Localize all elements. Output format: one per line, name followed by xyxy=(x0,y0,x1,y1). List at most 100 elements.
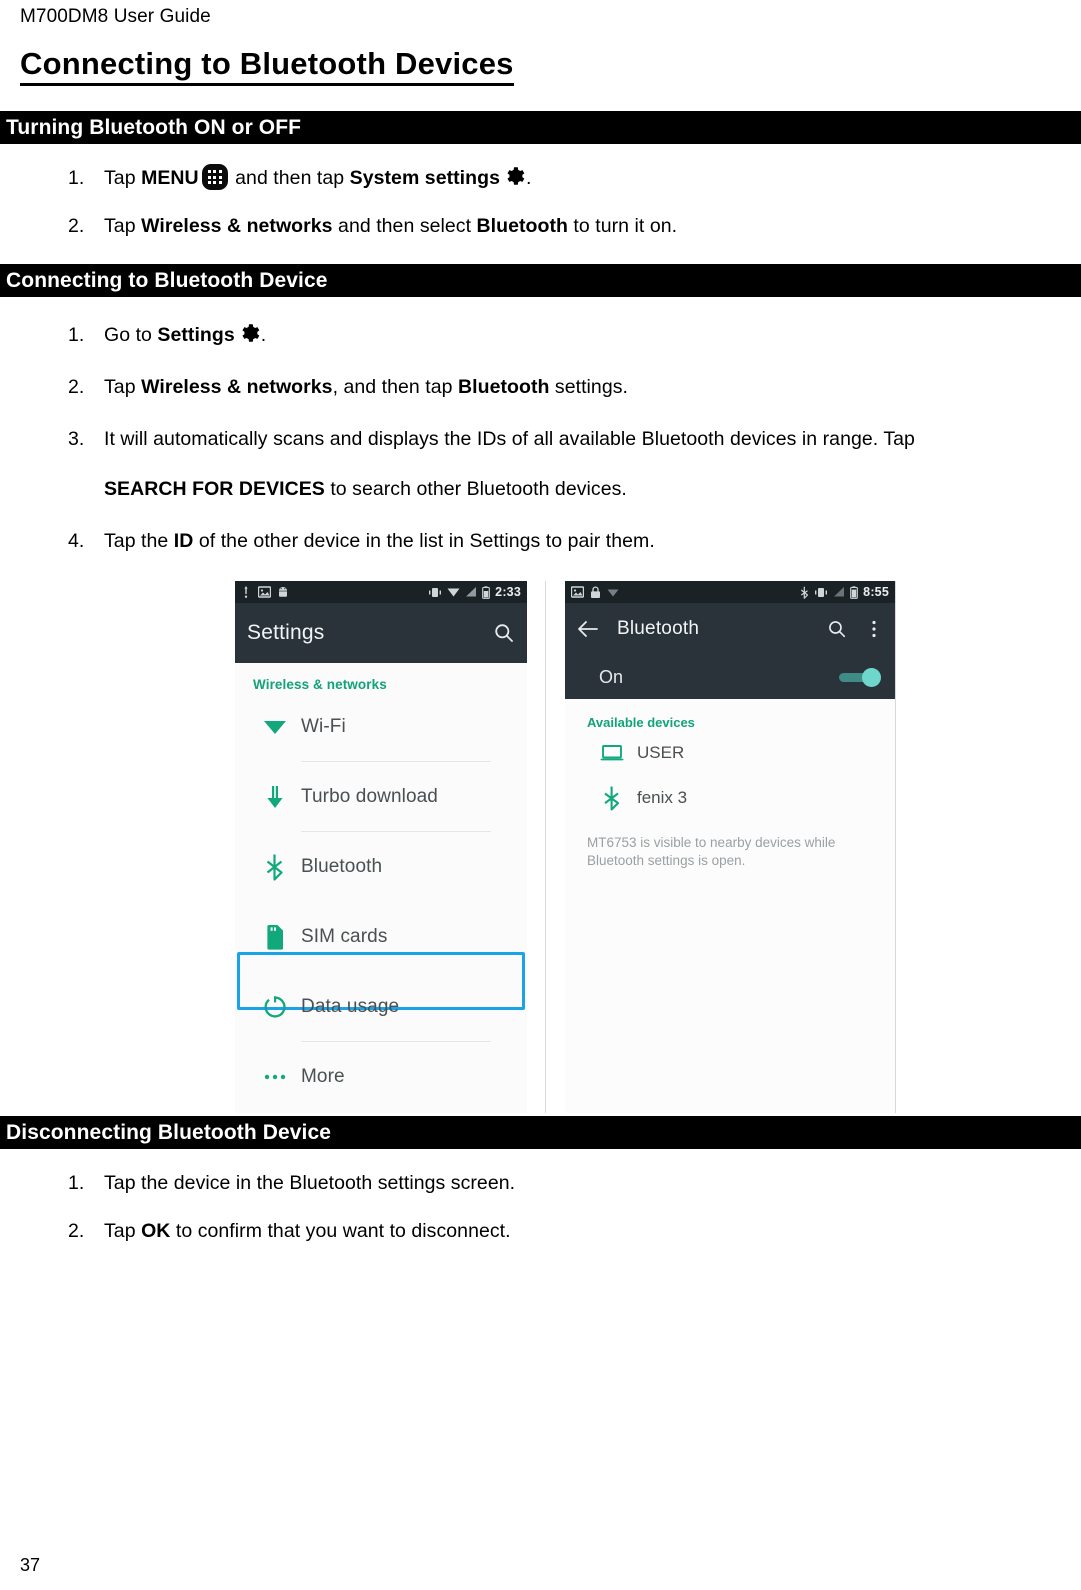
image-icon xyxy=(258,586,271,598)
page-title-text: Connecting to Bluetooth Devices xyxy=(20,46,514,86)
settings-row-label: Wi-Fi xyxy=(301,716,346,737)
vibrate-icon xyxy=(815,587,828,597)
list-number: 1. xyxy=(68,1172,85,1194)
step-bold-menu: MENU xyxy=(141,167,199,189)
wifi-icon xyxy=(249,716,301,738)
steps-list-connecting-bluetooth: 1. Go to Settings. 2. Tap Wireless & netwo… xyxy=(20,321,1061,555)
overflow-menu-icon[interactable] xyxy=(865,619,883,639)
document-page: M700DM8 User Guide Connecting to Bluetoo… xyxy=(0,0,1081,1590)
bluetooth-toggle-label: On xyxy=(599,666,624,687)
list-number: 2. xyxy=(68,1220,85,1242)
steps-list-disconnecting-bluetooth: 1. Tap the device in the Bluetooth settin… xyxy=(20,1169,1061,1245)
bluetooth-toggle-switch[interactable] xyxy=(839,667,881,687)
figure-divider-left xyxy=(545,581,546,1113)
bluetooth-icon xyxy=(801,586,809,599)
android-bluetooth-screenshot: 8:55 Bluetooth On Available devices USER xyxy=(565,581,895,1113)
status-bar-clock: 2:33 xyxy=(495,585,521,599)
step-continuation: SEARCH FOR DEVICES to search other Bluet… xyxy=(104,475,1061,503)
settings-group-label: Wireless & networks xyxy=(253,677,387,692)
step-bold-bluetooth: Bluetooth xyxy=(458,376,550,398)
search-icon[interactable] xyxy=(827,619,847,639)
step-text-post: to turn it on. xyxy=(567,215,678,237)
status-bar-right-icons: 2:33 xyxy=(428,585,521,599)
step-bold-id: ID xyxy=(173,530,194,552)
back-arrow-icon[interactable] xyxy=(577,619,599,639)
list-item: 1. Tap MENU and then tap System settings. xyxy=(20,164,1061,192)
step-text-post: . xyxy=(260,324,267,346)
step-text: It will automatically scans and displays… xyxy=(104,428,915,450)
battery-icon xyxy=(850,585,859,599)
vibrate-icon xyxy=(429,587,442,597)
steps-list-turning-bluetooth: 1. Tap MENU and then tap System settings.… xyxy=(20,164,1061,240)
step-bold-search-for-devices: SEARCH FOR DEVICES xyxy=(104,478,325,500)
step-text-post: to confirm that you want to disconnect. xyxy=(170,1220,511,1242)
status-bar: 2:33 xyxy=(235,581,527,603)
settings-row-more[interactable]: More xyxy=(235,1042,527,1112)
lock-icon xyxy=(591,585,600,598)
step-bold-wireless-networks: Wireless & networks xyxy=(141,376,333,398)
step-text: Tap xyxy=(104,376,142,398)
search-icon[interactable] xyxy=(493,622,515,644)
section-heading-disconnecting-bluetooth: Disconnecting Bluetooth Device xyxy=(0,1116,1081,1149)
status-bar-right-icons: 8:55 xyxy=(800,585,889,599)
bluetooth-device-name: fenix 3 xyxy=(637,787,688,807)
bluetooth-device-name: USER xyxy=(637,742,685,762)
wifi-icon xyxy=(447,588,460,597)
settings-row-sim-cards[interactable]: SIM cards xyxy=(235,902,527,972)
sim-card-icon xyxy=(249,924,301,950)
step-text: Tap the xyxy=(104,530,174,552)
battery-icon xyxy=(482,585,491,599)
status-bar-left-icons xyxy=(571,585,619,599)
step-text: Go to xyxy=(104,324,158,346)
android-settings-screenshot: 2:33 Settings Wireless & networks Wi-Fi … xyxy=(235,581,527,1113)
status-bar: 8:55 xyxy=(565,581,895,603)
page-number: 37 xyxy=(20,1555,41,1575)
step-bold-system-settings: System settings xyxy=(349,167,500,189)
section-heading-turning-bluetooth: Turning Bluetooth ON or OFF xyxy=(0,111,1081,144)
list-number: 1. xyxy=(68,324,85,346)
app-bar-title: Bluetooth xyxy=(617,618,700,639)
data-usage-icon xyxy=(249,995,301,1019)
settings-row-wifi[interactable]: Wi-Fi xyxy=(235,692,527,762)
step-text: Tap xyxy=(104,215,142,237)
list-item: 1. Tap the device in the Bluetooth settin… xyxy=(20,1169,1061,1197)
android-icon xyxy=(279,586,287,597)
step-bold-bluetooth: Bluetooth xyxy=(476,215,568,237)
signal-icon xyxy=(834,587,845,597)
settings-row-data-usage[interactable]: Data usage xyxy=(235,972,527,1042)
list-number: 2. xyxy=(68,376,85,398)
status-bar-clock: 8:55 xyxy=(863,585,889,599)
settings-row-label: Turbo download xyxy=(301,786,438,807)
download-arrow-icon xyxy=(249,784,301,810)
settings-row-bluetooth[interactable]: Bluetooth xyxy=(235,832,527,902)
step-text-post: to search other Bluetooth devices. xyxy=(324,478,627,500)
wifi-icon xyxy=(607,589,619,596)
laptop-icon xyxy=(587,744,637,762)
more-dots-icon xyxy=(249,1073,301,1081)
screenshot-figure: 2:33 Settings Wireless & networks Wi-Fi … xyxy=(20,581,1061,1116)
list-number: 3. xyxy=(68,428,85,450)
figure-divider-far-right xyxy=(895,581,896,1113)
bluetooth-device-row-fenix3[interactable]: fenix 3 xyxy=(565,775,895,820)
step-text: Tap xyxy=(104,167,142,189)
settings-list: Wireless & networks Wi-Fi Turbo download… xyxy=(235,663,527,1113)
bluetooth-icon xyxy=(587,785,637,811)
list-number: 1. xyxy=(68,167,85,189)
list-item: 4. Tap the ID of the other device in the … xyxy=(20,527,1061,555)
bluetooth-toggle-row[interactable]: On xyxy=(565,655,895,699)
bluetooth-app-bar: Bluetooth xyxy=(565,603,895,655)
step-text-mid: and then select xyxy=(332,215,477,237)
step-text-post: . xyxy=(525,167,532,189)
bluetooth-device-row-user[interactable]: USER xyxy=(565,730,895,775)
list-item: 1. Go to Settings. xyxy=(20,321,1061,349)
available-devices-label: Available devices xyxy=(587,715,695,730)
settings-row-turbo-download[interactable]: Turbo download xyxy=(235,762,527,832)
list-number: 2. xyxy=(68,215,85,237)
running-header: M700DM8 User Guide xyxy=(20,6,211,27)
settings-row-label: More xyxy=(301,1066,345,1087)
list-item: 2. Tap OK to confirm that you want to dis… xyxy=(20,1217,1061,1245)
settings-row-label: SIM cards xyxy=(301,926,388,947)
usb-icon xyxy=(244,585,248,598)
step-bold-ok: OK xyxy=(141,1220,171,1242)
step-text: Tap xyxy=(104,1220,142,1242)
